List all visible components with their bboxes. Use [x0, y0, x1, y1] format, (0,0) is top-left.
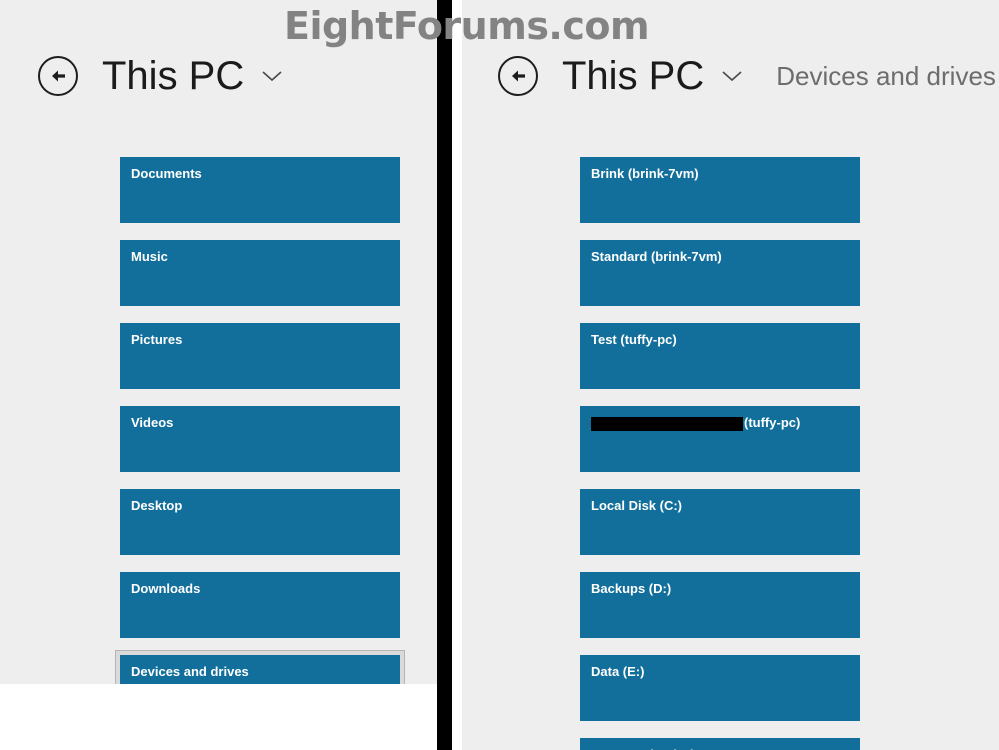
tile-label: Desktop	[131, 498, 183, 513]
tile-label: Music	[131, 249, 168, 264]
tile-label: Brink (brink-7vm)	[591, 166, 699, 181]
breadcrumb-current: Devices and drives	[776, 61, 996, 91]
tile-label: Standard (brink-7vm)	[591, 249, 722, 264]
left-panel-header: This PC	[38, 50, 283, 102]
right-tile-list: Brink (brink-7vm) Standard (brink-7vm) T…	[575, 152, 860, 750]
tile-redacted-user[interactable]: (tuffy-pc)	[580, 406, 860, 472]
tile-desktop[interactable]: Desktop	[120, 489, 400, 555]
tile-item[interactable]: Data (E:)	[575, 650, 865, 726]
tile-pictures[interactable]: Pictures	[120, 323, 400, 389]
tile-local-disk-c[interactable]: Local Disk (C:)	[580, 489, 860, 555]
page-title: This PC	[102, 54, 245, 98]
tile-devices-and-drives[interactable]: Devices and drives	[120, 655, 400, 684]
tile-brink-user[interactable]: Brink (brink-7vm)	[580, 157, 860, 223]
tile-videos[interactable]: Videos	[120, 406, 400, 472]
tile-label: Pictures	[131, 332, 183, 347]
tile-test-user[interactable]: Test (tuffy-pc)	[580, 323, 860, 389]
tile-data-e[interactable]: Data (E:)	[580, 655, 860, 721]
right-panel-header: This PC Devices and drives	[498, 50, 996, 102]
left-tile-list: Documents Music Pictures Videos Desktop …	[115, 152, 405, 684]
panel-divider	[437, 0, 452, 750]
tile-item[interactable]: Downloads	[115, 567, 405, 643]
tile-label: Backups (D:)	[591, 581, 672, 596]
chevron-down-icon[interactable]	[721, 69, 743, 83]
tile-item[interactable]: Backups (D:)	[575, 567, 865, 643]
tile-item[interactable]: Documents	[115, 152, 405, 228]
tile-bd-re-drive-g[interactable]: BD-RE Drive (G:)	[580, 738, 860, 750]
chevron-down-icon[interactable]	[261, 69, 283, 83]
tile-item[interactable]: Desktop	[115, 484, 405, 560]
tile-item[interactable]: (tuffy-pc)	[575, 401, 865, 477]
tile-label-text: (tuffy-pc)	[744, 415, 801, 430]
back-arrow-icon	[47, 65, 69, 87]
tile-item[interactable]: Brink (brink-7vm)	[575, 152, 865, 228]
tile-documents[interactable]: Documents	[120, 157, 400, 223]
tile-label-redacted: (tuffy-pc)	[591, 415, 860, 431]
tile-label: Test (tuffy-pc)	[591, 332, 677, 347]
screenshot-root: This PC Documents Music Pictures Videos …	[0, 0, 999, 750]
tile-item[interactable]: Music	[115, 235, 405, 311]
right-panel: This PC Devices and drives Brink (brink-…	[462, 0, 999, 750]
back-button[interactable]	[38, 56, 78, 96]
tile-item[interactable]: Local Disk (C:)	[575, 484, 865, 560]
back-arrow-icon	[507, 65, 529, 87]
tile-backups-d[interactable]: Backups (D:)	[580, 572, 860, 638]
page-title: This PC	[562, 54, 705, 98]
tile-label: Documents	[131, 166, 202, 181]
tile-downloads[interactable]: Downloads	[120, 572, 400, 638]
tile-label: Downloads	[131, 581, 201, 596]
tile-music[interactable]: Music	[120, 240, 400, 306]
tile-label: Videos	[131, 415, 174, 430]
tile-item[interactable]: Standard (brink-7vm)	[575, 235, 865, 311]
tile-label: Local Disk (C:)	[591, 498, 683, 513]
tile-item[interactable]: Videos	[115, 401, 405, 477]
tile-standard-user[interactable]: Standard (brink-7vm)	[580, 240, 860, 306]
left-panel: This PC Documents Music Pictures Videos …	[0, 0, 437, 684]
tile-label: Devices and drives	[131, 664, 249, 679]
tile-item[interactable]: BD-RE Drive (G:)	[575, 733, 865, 750]
redaction-bar	[591, 416, 743, 431]
tile-item[interactable]: Pictures	[115, 318, 405, 394]
back-button[interactable]	[498, 56, 538, 96]
tile-item-selected[interactable]: Devices and drives	[115, 650, 405, 684]
tile-label: Data (E:)	[591, 664, 645, 679]
tile-item[interactable]: Test (tuffy-pc)	[575, 318, 865, 394]
